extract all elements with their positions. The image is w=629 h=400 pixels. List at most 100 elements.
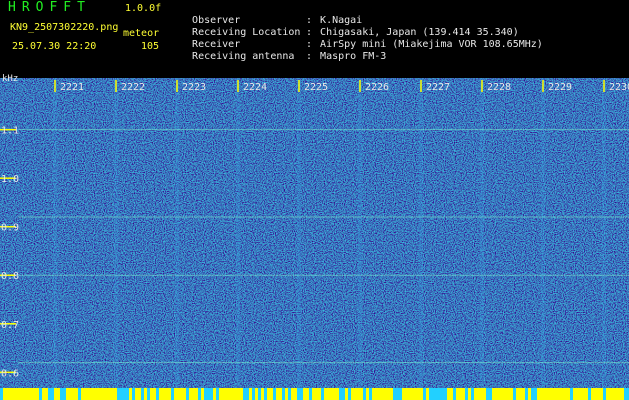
bottom-bar-segment — [219, 388, 222, 400]
vertical-streak — [236, 78, 240, 400]
bottom-bar-segment — [240, 388, 243, 400]
bottom-bar-segment — [573, 388, 576, 400]
bottom-bar-segment — [9, 388, 12, 400]
vertical-streak — [419, 78, 423, 400]
bottom-bar-segment — [348, 388, 351, 400]
bottom-bar-segment — [498, 388, 501, 400]
y-axis-label: kHz — [2, 74, 19, 84]
bottom-bar-segment — [0, 388, 3, 400]
bottom-bar-segment — [588, 388, 591, 400]
bottom-bar-segment — [393, 388, 396, 400]
bottom-bar-segment — [609, 388, 612, 400]
bottom-bar-segment — [207, 388, 210, 400]
bottom-bar-segment — [225, 388, 228, 400]
bottom-bar-segment — [222, 388, 225, 400]
bottom-bar-segment — [78, 388, 81, 400]
bottom-bar-segment — [510, 388, 513, 400]
bottom-bar-segment — [33, 388, 36, 400]
bottom-bar-segment — [354, 388, 357, 400]
filename-label: KN9_2507302220.png — [10, 22, 119, 33]
bottom-bar-segment — [123, 388, 126, 400]
x-tick-label: 2224 — [243, 82, 267, 93]
meteor-count: 105 — [141, 41, 160, 52]
bottom-bar-segment — [90, 388, 93, 400]
bottom-bar-segment — [120, 388, 123, 400]
bottom-bar-segment — [105, 388, 108, 400]
app-title: HROFFT — [8, 0, 91, 15]
vertical-streak — [297, 78, 301, 400]
bottom-bar-segment — [513, 388, 516, 400]
vertical-streak — [114, 78, 118, 400]
info-key: Receiving antenna — [192, 51, 295, 62]
bottom-bar-segment — [435, 388, 438, 400]
bottom-bar-segment — [180, 388, 183, 400]
bottom-bar-segment — [276, 388, 279, 400]
bottom-bar-segment — [327, 388, 330, 400]
bottom-bar-segment — [102, 388, 105, 400]
bottom-bar-segment — [306, 388, 309, 400]
bottom-bar-segment — [624, 388, 627, 400]
bottom-bar-segment — [18, 388, 21, 400]
bottom-bar-segment — [321, 388, 324, 400]
bottom-bar-segment — [186, 388, 189, 400]
bottom-bar-segment — [336, 388, 339, 400]
bottom-bar-segment — [243, 388, 246, 400]
bottom-bar-segment — [15, 388, 18, 400]
bottom-bar-segment — [174, 388, 177, 400]
bottom-bar-segment — [24, 388, 27, 400]
spectrogram-chart: 1.1 1.0 0.9 0.8 0.7 0.6 2221 2222 2223 2224 2225 2… — [0, 78, 629, 400]
bottom-bar-segment — [48, 388, 51, 400]
y-tick-label: 1.0 — [1, 174, 19, 185]
bottom-bar-segment — [483, 388, 486, 400]
bottom-bar-segment — [45, 388, 48, 400]
bottom-bar-segment — [312, 388, 315, 400]
bottom-bar-segment — [264, 388, 267, 400]
bottom-bar-segment — [72, 388, 75, 400]
x-tick-label: 2226 — [365, 82, 389, 93]
x-tick-label: 2230 — [609, 82, 629, 93]
bottom-bar-segment — [612, 388, 615, 400]
bottom-bar-segment — [249, 388, 252, 400]
bottom-bar-segment — [150, 388, 153, 400]
bottom-bar-segment — [507, 388, 510, 400]
bottom-bar-segment — [345, 388, 348, 400]
bottom-bar-segment — [12, 388, 15, 400]
bottom-bar-segment — [252, 388, 255, 400]
bottom-bar-segment — [477, 388, 480, 400]
bottom-bar-segment — [87, 388, 90, 400]
x-tick-label: 2227 — [426, 82, 450, 93]
bottom-bar-segment — [99, 388, 102, 400]
x-tick-label: 2223 — [182, 82, 206, 93]
bottom-bar-segment — [108, 388, 111, 400]
bottom-bar-segment — [606, 388, 609, 400]
bottom-bar-segment — [297, 388, 300, 400]
bottom-bar-segment — [579, 388, 582, 400]
bottom-bar-segment — [156, 388, 159, 400]
bottom-bar-segment — [486, 388, 489, 400]
bottom-bar-segment — [237, 388, 240, 400]
y-tick-label: 0.8 — [1, 271, 19, 282]
bottom-bar-segment — [444, 388, 447, 400]
bottom-bar-segment — [489, 388, 492, 400]
bottom-bar-segment — [399, 388, 402, 400]
bottom-bar-segment — [531, 388, 534, 400]
bottom-bar-segment — [555, 388, 558, 400]
bottom-bar-segment — [618, 388, 621, 400]
vertical-streak — [53, 78, 57, 400]
bottom-bar-segment — [261, 388, 264, 400]
vertical-streak — [358, 78, 362, 400]
bottom-bar-segment — [459, 388, 462, 400]
bottom-bar-segment — [351, 388, 354, 400]
bottom-bar-segment — [204, 388, 207, 400]
bottom-bar-segment — [138, 388, 141, 400]
bottom-bar-segment — [198, 388, 201, 400]
bottom-bar-segment — [3, 388, 6, 400]
bottom-bar-segment — [303, 388, 306, 400]
bottom-bar-segment — [501, 388, 504, 400]
bottom-bar-segment — [330, 388, 333, 400]
bottom-bar-segment — [381, 388, 384, 400]
bottom-bar-segment — [234, 388, 237, 400]
bottom-bar-segment — [570, 388, 573, 400]
bottom-bar-segment — [147, 388, 150, 400]
x-tick-label: 2229 — [548, 82, 572, 93]
